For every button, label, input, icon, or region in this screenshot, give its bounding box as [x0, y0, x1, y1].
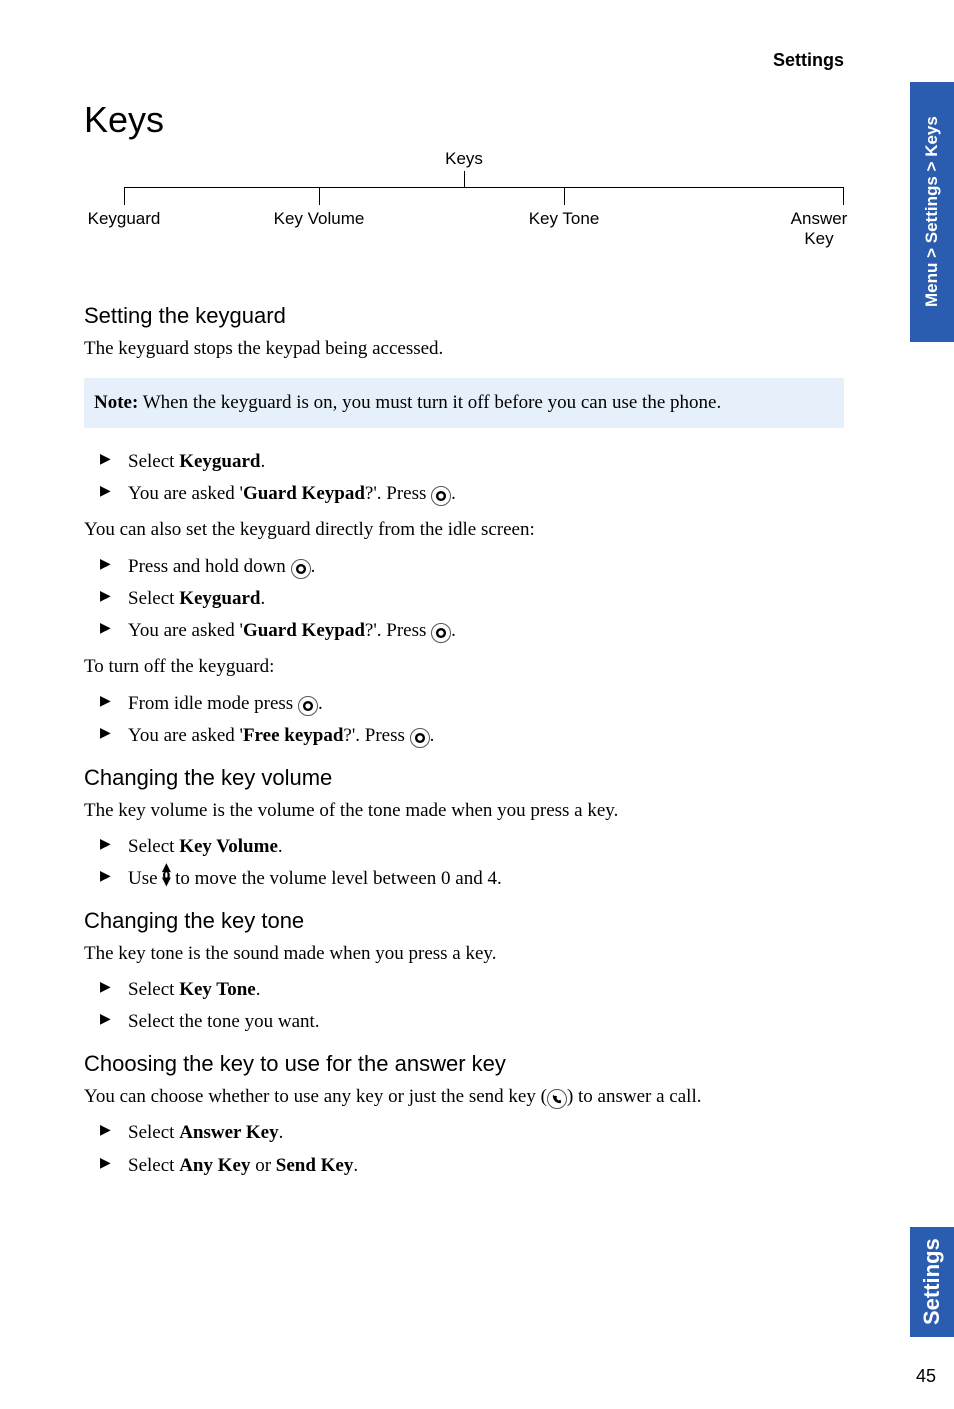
breadcrumb-tab: Menu > Settings > Keys: [910, 82, 954, 342]
text: You are asked ': [128, 725, 243, 746]
tree-branch-key-tone: Key Tone: [524, 209, 604, 229]
tree-branch-answer-key: Answer Key: [784, 209, 854, 249]
tree-branch-keyguard: Keyguard: [84, 209, 164, 229]
text: .: [256, 979, 261, 1000]
tree-branch-stem: [319, 187, 320, 205]
list-item: Use ▴o▾ to move the volume level between…: [110, 863, 844, 895]
note-callout: Note: When the keyguard is on, you must …: [84, 378, 844, 428]
list-item: You are asked 'Guard Keypad?'. Press .: [110, 478, 844, 510]
option-name: Any Key: [179, 1155, 250, 1176]
menu-name: Keyguard: [179, 588, 260, 609]
note-text: When the keyguard is on, you must turn i…: [138, 392, 721, 413]
side-tab-bar: Menu > Settings > Keys Settings: [910, 82, 954, 1337]
text: Select: [128, 1155, 179, 1176]
text: .: [451, 483, 456, 504]
tree-branch-stem: [564, 187, 565, 205]
text: ?'. Press: [365, 620, 431, 641]
step-list: Select Keyguard. You are asked 'Guard Ke…: [84, 446, 844, 511]
text: to move the volume level between 0 and 4…: [170, 868, 501, 889]
text: .: [260, 451, 265, 472]
tree-branch-key-volume: Key Volume: [269, 209, 369, 229]
step-list: Select Key Tone. Select the tone you wan…: [84, 974, 844, 1039]
list-item: You are asked 'Free keypad?'. Press .: [110, 720, 844, 752]
text: .: [311, 556, 316, 577]
text: You are asked ': [128, 620, 243, 641]
list-item: You are asked 'Guard Keypad?'. Press .: [110, 615, 844, 647]
prompt-text: Guard Keypad: [243, 483, 365, 504]
text: From idle mode press: [128, 693, 298, 714]
page-title: Keys: [84, 99, 844, 141]
menu-name: Key Tone: [179, 979, 256, 1000]
paragraph: You can also set the keyguard directly f…: [84, 516, 844, 545]
text: Select: [128, 979, 179, 1000]
step-list: Select Answer Key. Select Any Key or Sen…: [84, 1117, 844, 1182]
text: .: [430, 725, 435, 746]
text: .: [353, 1155, 358, 1176]
section-heading-key-volume: Changing the key volume: [84, 765, 844, 791]
text: .: [278, 836, 283, 857]
step-list: Select Key Volume. Use ▴o▾ to move the v…: [84, 831, 844, 896]
list-item: Select Key Tone.: [110, 974, 844, 1006]
list-item: Select Any Key or Send Key.: [110, 1150, 844, 1182]
list-item: Select Keyguard.: [110, 583, 844, 615]
list-item: Select Keyguard.: [110, 446, 844, 478]
ok-key-icon: [410, 728, 430, 748]
section-heading-answer-key: Choosing the key to use for the answer k…: [84, 1051, 844, 1077]
text: .: [260, 588, 265, 609]
ok-key-icon: [298, 696, 318, 716]
menu-name: Answer Key: [179, 1122, 278, 1143]
prompt-text: Free keypad: [243, 725, 343, 746]
step-list: From idle mode press . You are asked 'Fr…: [84, 688, 844, 753]
text: Select: [128, 588, 179, 609]
section-heading-key-tone: Changing the key tone: [84, 908, 844, 934]
step-list: Press and hold down . Select Keyguard. Y…: [84, 551, 844, 648]
header-section: Settings: [84, 50, 844, 71]
list-item: Select Answer Key.: [110, 1117, 844, 1149]
text: You are asked ': [128, 483, 243, 504]
note-label: Note:: [94, 392, 138, 413]
text: Select: [128, 451, 179, 472]
prompt-text: Guard Keypad: [243, 620, 365, 641]
paragraph: To turn off the keyguard:: [84, 653, 844, 682]
tree-horizontal-bar: [124, 187, 844, 188]
text: You can choose whether to use any key or…: [84, 1086, 547, 1107]
text: Select: [128, 836, 179, 857]
text: Press and hold down: [128, 556, 291, 577]
paragraph: The keyguard stops the keypad being acce…: [84, 335, 844, 364]
paragraph: You can choose whether to use any key or…: [84, 1083, 844, 1112]
text: .: [318, 693, 323, 714]
option-name: Send Key: [276, 1155, 354, 1176]
ok-key-icon: [291, 559, 311, 579]
page-number: 45: [916, 1366, 936, 1387]
ok-key-icon: [431, 486, 451, 506]
text: or: [250, 1155, 275, 1176]
list-item: Press and hold down .: [110, 551, 844, 583]
menu-tree-diagram: Keys Keyguard Key Volume Key Tone Answer…: [84, 149, 844, 259]
menu-name: Key Volume: [179, 836, 278, 857]
section-tab: Settings: [910, 1227, 954, 1337]
text: .: [451, 620, 456, 641]
menu-name: Keyguard: [179, 451, 260, 472]
paragraph: The key tone is the sound made when you …: [84, 940, 844, 969]
text: Use: [128, 868, 162, 889]
tree-stem: [464, 171, 465, 187]
tree-root-label: Keys: [445, 149, 483, 169]
paragraph: The key volume is the volume of the tone…: [84, 797, 844, 826]
send-key-icon: [547, 1089, 567, 1109]
text: .: [279, 1122, 284, 1143]
list-item: Select the tone you want.: [110, 1006, 844, 1038]
section-heading-keyguard: Setting the keyguard: [84, 303, 844, 329]
text: ) to answer a call.: [567, 1086, 702, 1107]
text: ?'. Press: [365, 483, 431, 504]
list-item: Select Key Volume.: [110, 831, 844, 863]
tree-branch-stem: [843, 187, 844, 205]
ok-key-icon: [431, 623, 451, 643]
text: Select: [128, 1122, 179, 1143]
list-item: From idle mode press .: [110, 688, 844, 720]
text: ?'. Press: [343, 725, 409, 746]
tree-branch-stem: [124, 187, 125, 205]
